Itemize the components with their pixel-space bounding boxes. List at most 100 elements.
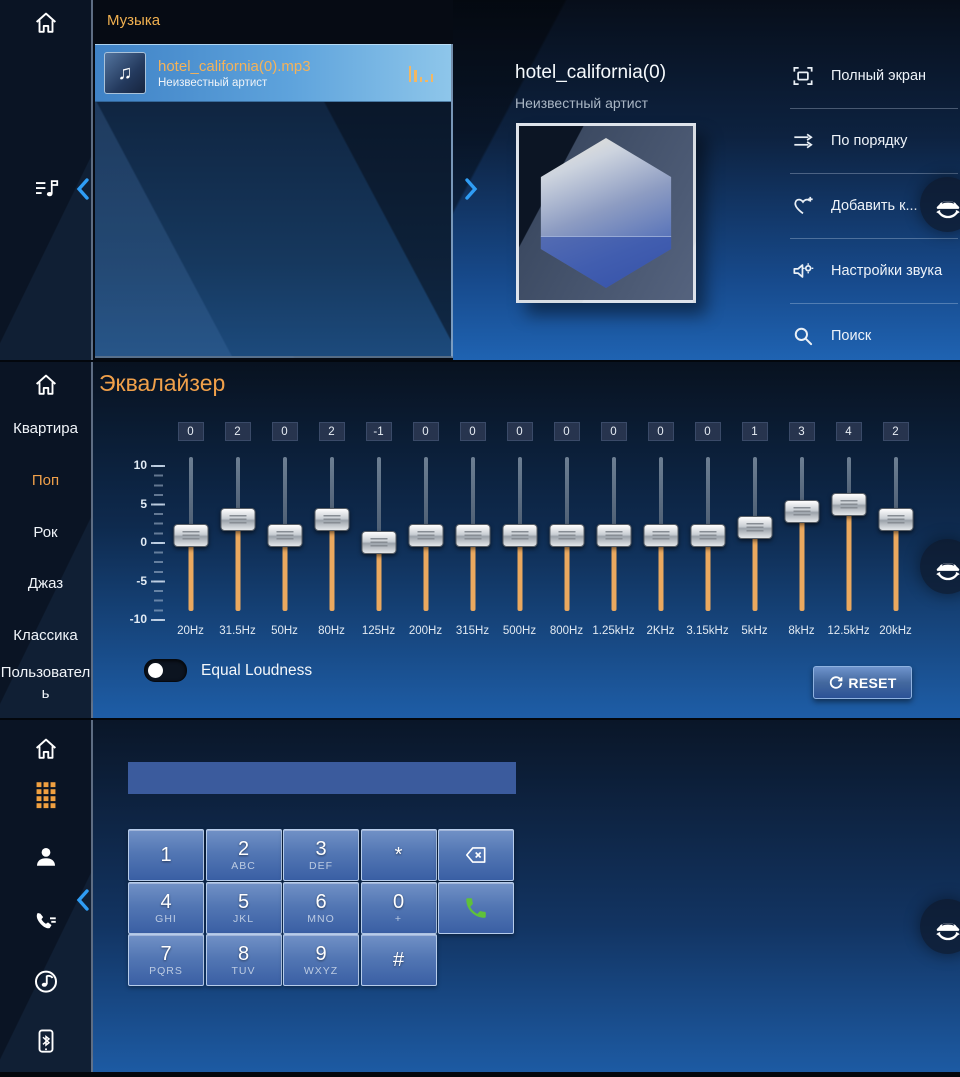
key-1[interactable]: 1 — [128, 829, 204, 881]
bluetooth-device-icon[interactable] — [31, 1026, 61, 1056]
slider-handle-icon[interactable] — [502, 524, 537, 547]
menu-item-fullscreen[interactable]: Полный экран — [790, 44, 960, 108]
track-row-selected[interactable]: ♫ hotel_california(0).mp3 Неизвестный ар… — [95, 44, 451, 102]
slider-track-lower — [235, 519, 240, 611]
key-digit: 8 — [238, 943, 249, 965]
backspace-key[interactable] — [438, 829, 514, 881]
recent-calls-icon[interactable] — [31, 908, 61, 938]
band-slider[interactable] — [361, 457, 397, 611]
key-0[interactable]: 0+ — [361, 882, 437, 934]
sort-order-icon — [790, 128, 816, 154]
collapse-left-chevron-icon[interactable] — [75, 888, 91, 912]
key-letters: MNO — [307, 913, 335, 925]
band-slider[interactable] — [173, 457, 209, 611]
preset-pop-selected[interactable]: Поп — [0, 470, 91, 491]
slider-handle-icon[interactable] — [455, 524, 490, 547]
key-3[interactable]: 3DEF — [283, 829, 359, 881]
slider-handle-icon[interactable] — [408, 524, 443, 547]
menu-item-search[interactable]: Поиск — [790, 304, 960, 360]
key-letters: DEF — [309, 860, 333, 872]
preset-classic[interactable]: Классика — [0, 625, 91, 646]
slider-handle-icon[interactable] — [643, 524, 678, 547]
band-value: 2 — [225, 422, 251, 441]
band-slider[interactable] — [737, 457, 773, 611]
eq-band: 020Hz — [167, 422, 214, 637]
key-2[interactable]: 2ABC — [206, 829, 282, 881]
key-letters: TUV — [232, 965, 256, 977]
band-slider[interactable] — [596, 457, 632, 611]
band-slider[interactable] — [267, 457, 303, 611]
car-sync-button[interactable] — [920, 539, 960, 594]
band-slider[interactable] — [690, 457, 726, 611]
band-value: 2 — [319, 422, 345, 441]
slider-handle-icon[interactable] — [690, 524, 725, 547]
slider-handle-icon[interactable] — [784, 500, 819, 523]
key-#[interactable]: # — [361, 934, 437, 986]
slider-handle-icon[interactable] — [361, 531, 396, 554]
home-icon[interactable] — [31, 8, 61, 38]
key-8[interactable]: 8TUV — [206, 934, 282, 986]
band-slider[interactable] — [314, 457, 350, 611]
slider-handle-icon[interactable] — [831, 493, 866, 516]
slider-handle-icon[interactable] — [173, 524, 208, 547]
slider-handle-icon[interactable] — [314, 508, 349, 531]
preset-user[interactable]: Пользователь — [0, 662, 91, 704]
band-slider[interactable] — [643, 457, 679, 611]
call-key[interactable] — [438, 882, 514, 934]
slider-handle-icon[interactable] — [596, 524, 631, 547]
car-sync-button[interactable] — [920, 899, 960, 954]
band-slider[interactable] — [502, 457, 538, 611]
band-slider[interactable] — [220, 457, 256, 611]
scale-label: -5 — [117, 573, 147, 589]
band-frequency: 50Hz — [271, 625, 298, 637]
album-art-hexagon — [532, 138, 680, 288]
band-slider[interactable] — [549, 457, 585, 611]
band-frequency: 5kHz — [741, 625, 767, 637]
dial-number-input[interactable] — [128, 762, 516, 794]
key-*[interactable]: * — [361, 829, 437, 881]
scale-label: 10 — [117, 457, 147, 473]
track-list[interactable]: ♫ hotel_california(0).mp3 Неизвестный ар… — [95, 44, 453, 358]
eq-band: 1 5kHz — [731, 422, 778, 637]
band-slider[interactable] — [784, 457, 820, 611]
equalizer-bands-area: 10 5 0 -5 -10 020Hz231.5Hz050Hz280Hz-112… — [115, 422, 919, 637]
music-disc-icon[interactable] — [31, 966, 61, 996]
collapse-left-chevron-icon[interactable] — [75, 177, 91, 201]
preset-apartment[interactable]: Квартира — [0, 418, 91, 439]
music-playlist-icon[interactable] — [31, 173, 61, 203]
key-letters: WXYZ — [304, 965, 338, 977]
menu-item-play-order[interactable]: По порядку — [790, 109, 960, 173]
slider-track-upper — [189, 457, 193, 534]
contacts-icon[interactable] — [31, 842, 61, 872]
slider-handle-icon[interactable] — [878, 508, 913, 531]
menu-item-sound-settings[interactable]: Настройки звука — [790, 239, 960, 303]
home-icon[interactable] — [31, 734, 61, 764]
band-value: 0 — [413, 422, 439, 441]
equal-loudness-toggle[interactable] — [144, 659, 187, 682]
band-slider[interactable] — [831, 457, 867, 611]
band-slider[interactable] — [878, 457, 914, 611]
band-value: 1 — [742, 422, 768, 441]
reset-button[interactable]: RESET — [813, 666, 912, 699]
key-7[interactable]: 7PQRS — [128, 934, 204, 986]
key-9[interactable]: 9WXYZ — [283, 934, 359, 986]
band-slider[interactable] — [408, 457, 444, 611]
slider-handle-icon[interactable] — [220, 508, 255, 531]
eq-band: 050Hz — [261, 422, 308, 637]
band-slider[interactable] — [455, 457, 491, 611]
slider-handle-icon[interactable] — [267, 524, 302, 547]
reset-refresh-icon — [828, 675, 844, 691]
key-digit: # — [393, 949, 404, 971]
home-icon[interactable] — [31, 370, 61, 400]
key-6[interactable]: 6MNO — [283, 882, 359, 934]
preset-jazz[interactable]: Джаз — [0, 573, 91, 594]
expand-right-chevron-icon[interactable] — [463, 177, 479, 201]
preset-rock[interactable]: Рок — [0, 522, 91, 543]
slider-handle-icon[interactable] — [549, 524, 584, 547]
slider-handle-icon[interactable] — [737, 516, 772, 539]
key-5[interactable]: 5JKL — [206, 882, 282, 934]
band-value: 0 — [648, 422, 674, 441]
key-4[interactable]: 4GHI — [128, 882, 204, 934]
dialpad-icon-active[interactable] — [31, 780, 61, 810]
band-frequency: 315Hz — [456, 625, 489, 637]
